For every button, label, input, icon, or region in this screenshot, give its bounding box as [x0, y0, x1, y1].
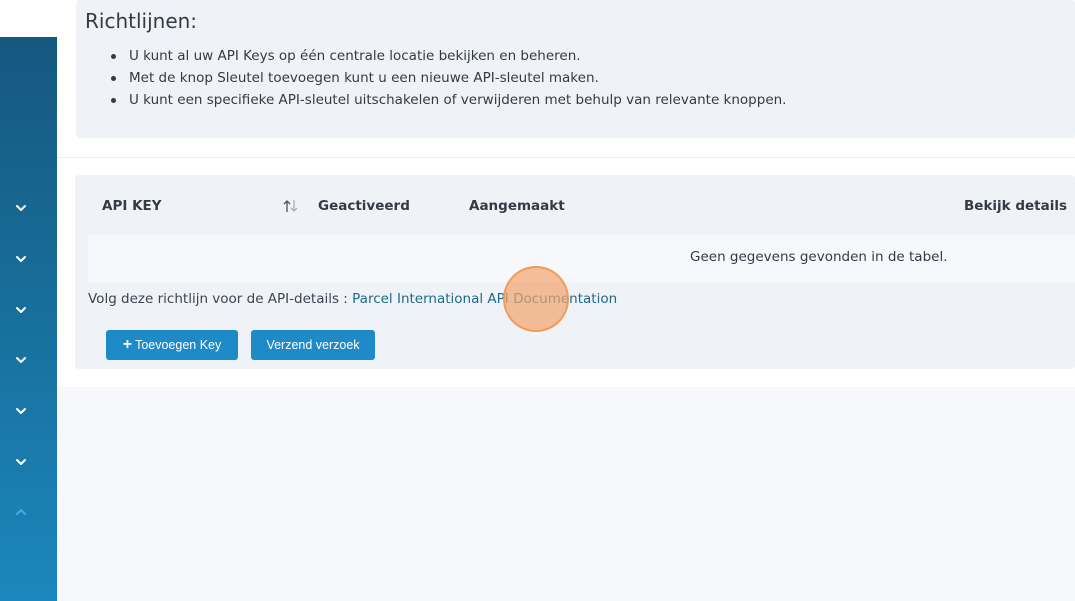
guidelines-list: U kunt al uw API Keys op één centrale lo… — [111, 45, 786, 111]
guidelines-title: Richtlijnen: — [85, 9, 198, 33]
bullet-icon — [111, 54, 116, 59]
empty-table-message: Geen gegevens gevonden in de tabel. — [690, 249, 948, 265]
add-key-button[interactable]: + Toevoegen Key — [106, 330, 238, 360]
column-header-created[interactable]: Aangemaakt — [469, 198, 565, 214]
column-header-activated[interactable]: Geactiveerd — [318, 198, 410, 214]
chevron-down-icon[interactable] — [14, 305, 28, 315]
sort-icon[interactable] — [282, 198, 300, 214]
guideline-text: U kunt een specifieke API-sleutel uitsch… — [129, 92, 787, 108]
guideline-text: Met de knop Sleutel toevoegen kunt u een… — [129, 70, 599, 86]
chevron-up-icon[interactable] — [14, 507, 28, 517]
guideline-item: U kunt al uw API Keys op één centrale lo… — [111, 45, 786, 67]
guideline-item: U kunt een specifieke API-sleutel uitsch… — [111, 89, 786, 111]
guidelines-box: Richtlijnen: U kunt al uw API Keys op éé… — [76, 0, 1075, 138]
chevron-down-icon[interactable] — [14, 355, 28, 365]
chevron-down-icon[interactable] — [14, 457, 28, 467]
chevron-down-icon[interactable] — [14, 406, 28, 416]
send-request-button[interactable]: Verzend verzoek — [251, 330, 375, 360]
click-indicator — [503, 266, 569, 332]
add-key-label: Toevoegen Key — [135, 338, 222, 352]
guideline-item: Met de knop Sleutel toevoegen kunt u een… — [111, 67, 786, 89]
api-keys-card: API KEY Geactiveerd Aangemaakt Bekijk de… — [75, 175, 1075, 369]
api-docs-prefix: Volg deze richtlijn voor de API-details … — [88, 291, 353, 307]
guideline-text: U kunt al uw API Keys op één centrale lo… — [129, 48, 581, 64]
bullet-icon — [111, 98, 116, 103]
section-divider — [57, 157, 1075, 158]
chevron-down-icon[interactable] — [14, 203, 28, 213]
api-documentation-link[interactable]: Parcel International API Documentation — [352, 291, 617, 307]
chevron-down-icon[interactable] — [14, 254, 28, 264]
sidebar-header — [0, 0, 57, 37]
table-empty-row: Geen gegevens gevonden in de tabel. — [88, 235, 1075, 282]
content-panel: Richtlijnen: U kunt al uw API Keys op éé… — [57, 0, 1075, 387]
bullet-icon — [111, 76, 116, 81]
column-header-api-key[interactable]: API KEY — [102, 198, 162, 214]
plus-icon: + — [122, 336, 133, 353]
sidebar — [0, 37, 57, 601]
column-header-view-details[interactable]: Bekijk details — [964, 198, 1067, 214]
